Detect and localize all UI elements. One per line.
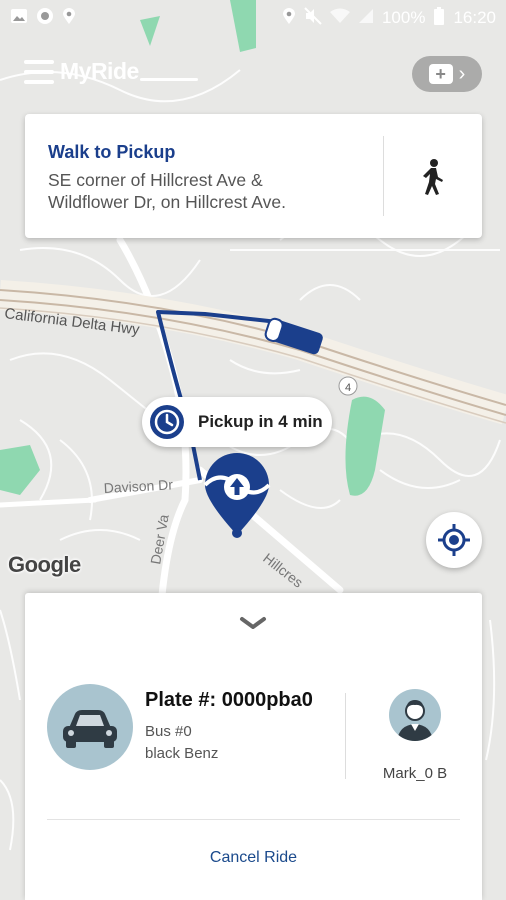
- wifi-icon: [329, 8, 350, 29]
- driver-name: Mark_0 B: [382, 765, 448, 782]
- route-shield-label: 4: [345, 382, 351, 394]
- cancel-ride-button[interactable]: Cancel Ride: [175, 849, 332, 867]
- car-icon: [47, 684, 133, 770]
- mute-icon: [304, 6, 322, 30]
- ride-details-panel: Plate #: 0000pba0 Bus #0 black Benz Mark…: [25, 593, 482, 900]
- pickup-eta-text: Pickup in 4 min: [198, 412, 323, 431]
- panel-separator: [47, 819, 460, 820]
- add-favorite-button[interactable]: + ›: [412, 56, 482, 92]
- walk-to-pickup-card[interactable]: Walk to Pickup SE corner of Hillcrest Av…: [25, 114, 482, 238]
- walking-person-icon: [423, 159, 443, 195]
- pickup-eta-pill: Pickup in 4 min: [142, 397, 332, 447]
- battery-percent: 100%: [381, 8, 426, 27]
- clock-icon: [150, 405, 184, 439]
- logo-underline: [140, 78, 198, 81]
- app-logo: MyRide: [60, 58, 139, 84]
- card-divider: [383, 136, 384, 216]
- clock-time: 16:20: [453, 8, 496, 27]
- signal-icon: [358, 8, 374, 29]
- location-icon: [62, 7, 76, 30]
- google-attribution: Google: [8, 552, 81, 577]
- hamburger-icon[interactable]: [24, 60, 54, 84]
- chevron-down-icon[interactable]: [238, 613, 268, 633]
- vehicle-description: black Benz: [145, 745, 219, 762]
- walk-title: Walk to Pickup: [48, 142, 176, 162]
- pickup-address: SE corner of Hillcrest Ave & Wildflower …: [48, 170, 286, 212]
- top-bar: MyRide + ›: [0, 52, 506, 96]
- location-icon: [282, 7, 296, 30]
- battery-icon: [433, 6, 445, 31]
- plate-number: Plate #: 0000pba0: [145, 689, 313, 711]
- chevron-right-icon: ›: [458, 62, 466, 85]
- image-icon: [10, 8, 28, 29]
- my-location-button[interactable]: [426, 512, 482, 568]
- bus-number: Bus #0: [145, 723, 192, 740]
- panel-divider: [345, 693, 346, 779]
- add-favorite-icon: +: [428, 64, 453, 84]
- driver-avatar-icon: [389, 689, 441, 741]
- whatsapp-icon: [36, 7, 54, 30]
- status-bar: 100% 16:20: [0, 0, 506, 36]
- crosshair-icon: [438, 524, 470, 556]
